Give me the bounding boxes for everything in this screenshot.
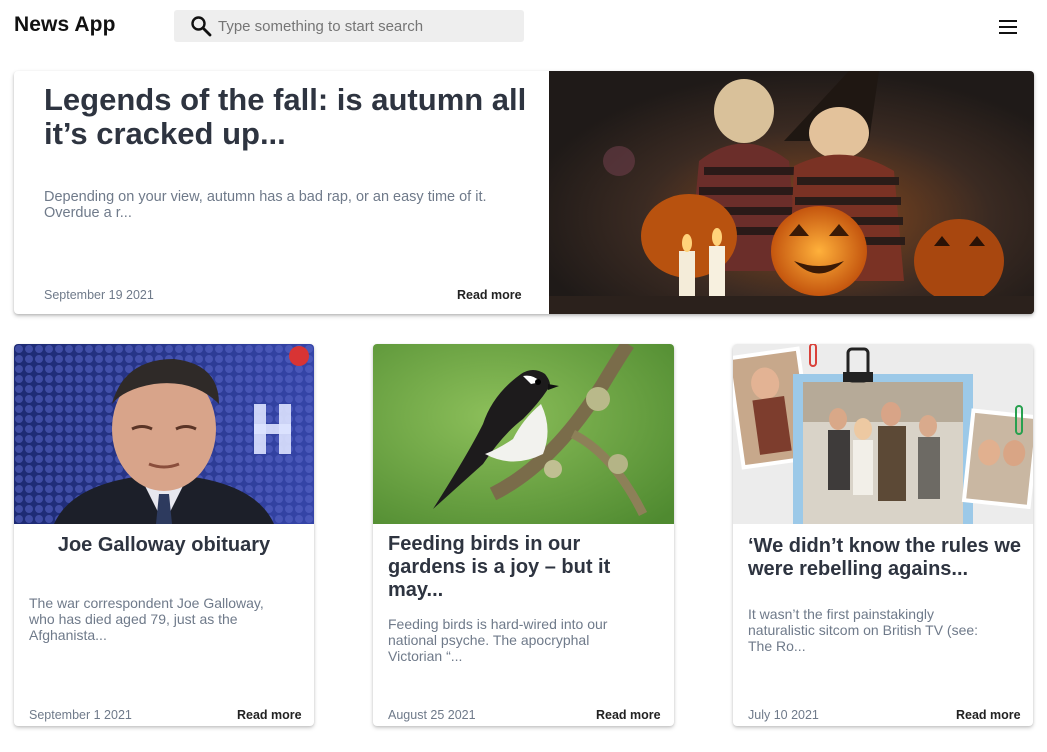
article-card[interactable]: Feeding birds in our gardens is a joy – … [373, 344, 674, 726]
article-title[interactable]: Joe Galloway obituary [29, 534, 299, 557]
article-date: September 1 2021 [29, 708, 132, 722]
article-image-bird[interactable] [373, 344, 674, 524]
article-image-sitcom[interactable] [733, 344, 1033, 524]
read-more-link[interactable]: Read more [596, 708, 661, 722]
article-description: The war correspondent Joe Galloway, who … [29, 595, 264, 643]
article-description: It wasn’t the first painstakingly natura… [748, 606, 979, 654]
article-card[interactable]: Joe Galloway obituary The war correspond… [14, 344, 314, 726]
article-title[interactable]: ‘We didn’t know the rules we were rebell… [748, 535, 1023, 581]
featured-article-card[interactable]: Legends of the fall: is autumn all it’s … [14, 71, 1034, 314]
article-card[interactable]: ‘We didn’t know the rules we were rebell… [733, 344, 1033, 726]
article-date: August 25 2021 [388, 708, 476, 722]
article-description: Feeding birds is hard-wired into our nat… [388, 616, 608, 664]
app-header: News App [0, 0, 1047, 54]
featured-read-more-link[interactable]: Read more [457, 288, 522, 302]
search-icon[interactable] [189, 14, 213, 38]
read-more-link[interactable]: Read more [237, 708, 302, 722]
featured-article-title[interactable]: Legends of the fall: is autumn all it’s … [44, 83, 534, 151]
article-image-joe-galloway[interactable] [14, 344, 314, 524]
featured-article-description: Depending on your view, autumn has a bad… [44, 189, 487, 221]
hamburger-menu-icon[interactable] [996, 15, 1020, 39]
read-more-link[interactable]: Read more [956, 708, 1021, 722]
search-input[interactable] [218, 10, 514, 42]
search-bar[interactable] [174, 10, 524, 42]
article-date: July 10 2021 [748, 708, 819, 722]
featured-article-date: September 19 2021 [44, 288, 154, 302]
featured-article-image[interactable] [549, 71, 1034, 314]
article-title[interactable]: Feeding birds in our gardens is a joy – … [388, 533, 663, 602]
app-title[interactable]: News App [14, 13, 116, 37]
